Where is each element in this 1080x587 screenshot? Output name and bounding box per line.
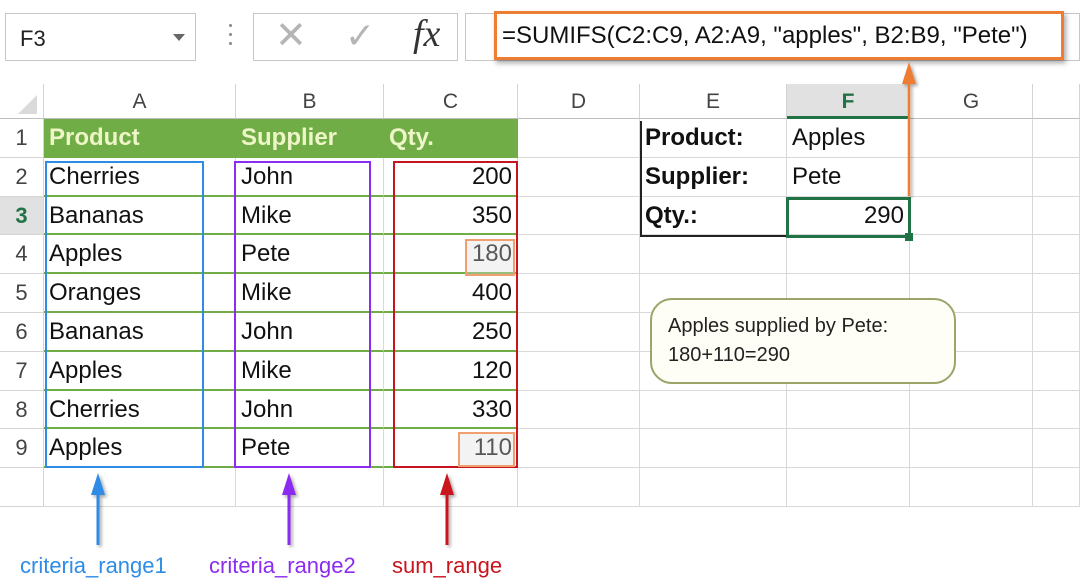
arrow-criteria-range2 (282, 473, 296, 545)
sum-range-label: sum_range (392, 553, 503, 578)
criteria-range1-label: criteria_range1 (20, 553, 167, 578)
arrow-criteria-range1 (91, 473, 105, 545)
arrow-sum-range (440, 473, 454, 545)
criteria-range2-label: criteria_range2 (209, 553, 356, 578)
annotation-arrows (91, 62, 916, 545)
arrow-result-to-formula (902, 62, 916, 196)
